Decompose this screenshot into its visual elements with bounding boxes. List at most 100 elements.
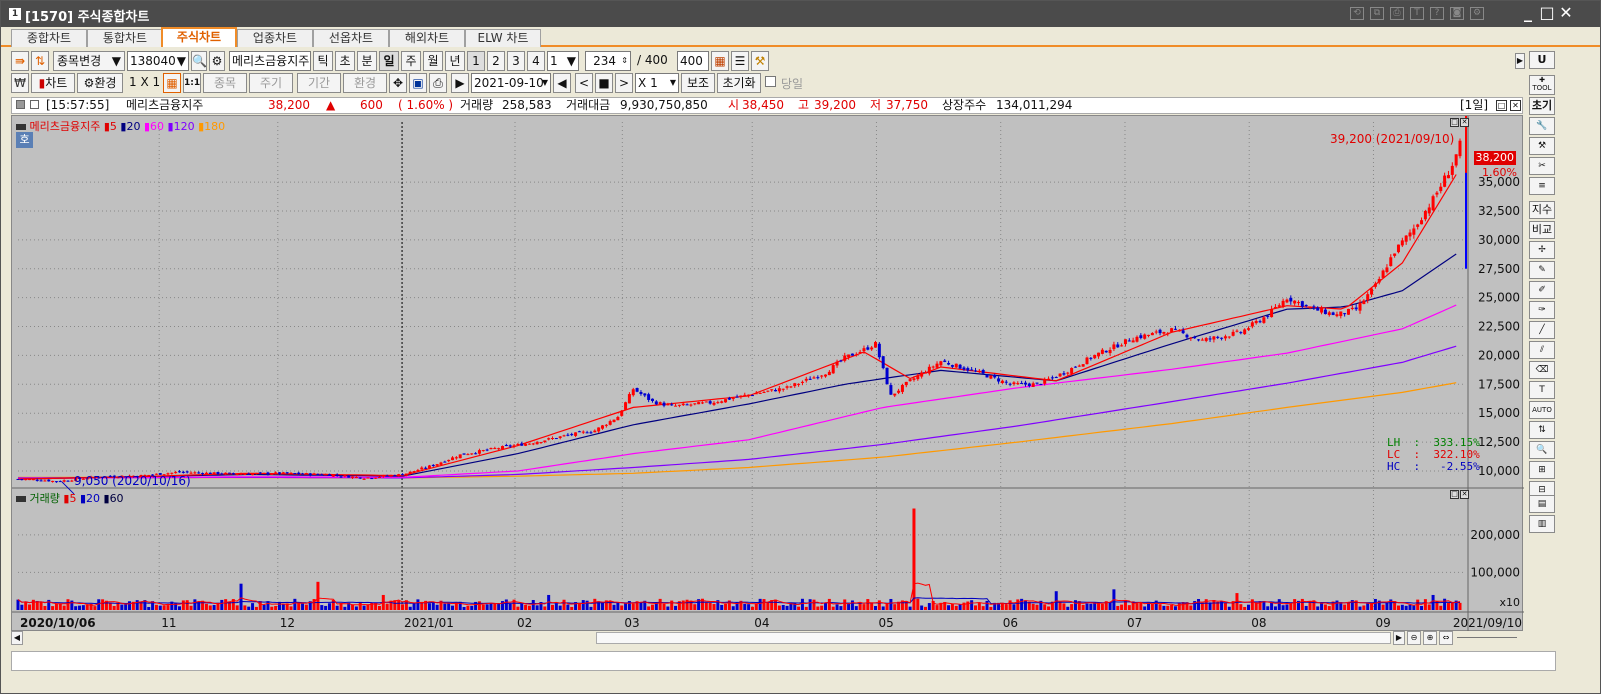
scroll-right-icon[interactable]: ▶ [1393, 631, 1405, 645]
chart-export-icon[interactable]: ▥ [1529, 515, 1555, 533]
magnifier-icon[interactable]: 🔍 [1529, 441, 1555, 459]
stop-icon[interactable]: ■ [595, 73, 613, 93]
link-in-icon[interactable]: ⇛ [11, 51, 29, 71]
won-button[interactable]: ₩ [11, 73, 29, 93]
zoom-fit-icon[interactable]: ⇔ [1439, 631, 1453, 645]
zoom-select[interactable]: X 1 ▼ [635, 73, 679, 93]
panel-restore-icon[interactable]: □ [1450, 118, 1459, 127]
tab-futures-chart[interactable]: 선옵차트 [313, 29, 389, 47]
stock-swap-icon[interactable]: ⇅ [31, 51, 49, 71]
close-icon[interactable]: ✕ [1510, 100, 1521, 111]
all-lines-icon[interactable]: ⫽ [1529, 341, 1555, 359]
volume-panel-close-icon[interactable]: ✕ [1460, 490, 1469, 499]
chart-svg[interactable]: 10,000 12,500 15,000 17,500 20,000 22,500 25,0… [12, 116, 1524, 632]
close-icon[interactable]: ✕ [1557, 4, 1575, 22]
tab-elw-chart[interactable]: ELW 차트 [465, 29, 541, 47]
pencil-icon[interactable]: ✎ [1529, 261, 1555, 279]
print-icon[interactable]: ⎙ [429, 73, 447, 93]
one-to-one-icon[interactable]: 1:1 [183, 73, 201, 93]
crosshair-icon[interactable]: ✢ [1529, 241, 1555, 259]
restore-icon[interactable]: □ [1496, 100, 1507, 111]
arrange-icon[interactable]: ⇅ [1529, 421, 1555, 439]
date-input[interactable]: 2021-09-10 ▼ [471, 73, 551, 93]
hammer-icon[interactable]: ⚒ [1529, 137, 1555, 155]
grid-layout-icon[interactable]: ▦ [163, 73, 181, 93]
period-year-button[interactable]: 년 [445, 51, 465, 71]
index-button[interactable]: 지수 [1529, 201, 1555, 219]
period-second-button[interactable]: 초 [335, 51, 355, 71]
save-icon[interactable]: ▣ [409, 73, 427, 93]
zoom-in-icon[interactable]: ⊕ [1423, 631, 1437, 645]
link-icon[interactable]: ⟲ [1350, 7, 1364, 20]
cycle-button[interactable]: 주기 [249, 73, 293, 93]
zoom-slider[interactable] [1457, 637, 1517, 638]
aux-button[interactable]: 보조 [681, 73, 715, 93]
scissors-icon[interactable]: ✂ [1529, 157, 1555, 175]
maximize-icon[interactable]: □ [1538, 4, 1556, 22]
pen-icon[interactable]: ✑ [1529, 301, 1555, 319]
zoom-out-icon[interactable]: ⊖ [1407, 631, 1421, 645]
tab-overseas-chart[interactable]: 해외차트 [389, 29, 465, 47]
scroll-bar[interactable]: ◀ ▶ ⊖ ⊕ ⇔ [11, 631, 1523, 646]
num-4-button[interactable]: 4 [527, 51, 545, 71]
camera-icon[interactable]: ◙ [1450, 7, 1464, 20]
user-button[interactable]: U [1529, 51, 1555, 69]
text-icon[interactable]: T [1529, 381, 1555, 399]
num-1-button[interactable]: 1 [467, 51, 485, 71]
chart-button[interactable]: ▮차트 [31, 73, 75, 93]
panel-close-icon[interactable]: ✕ [1460, 118, 1469, 127]
count-input[interactable]: 234 ⇕ [585, 51, 631, 71]
stack-icon[interactable]: ≡ [1529, 177, 1555, 195]
tab-integrated-chart[interactable]: 통합차트 [87, 29, 163, 47]
brush-icon[interactable]: ✐ [1529, 281, 1555, 299]
panel-checkbox-icon[interactable] [30, 100, 39, 109]
stock-code-input[interactable]: 138040 ▼ [127, 51, 189, 71]
env-button[interactable]: ⚙환경 [77, 73, 123, 93]
copy-icon[interactable]: ⧉ [1370, 7, 1384, 20]
auto-button[interactable]: AUTO [1529, 401, 1555, 419]
eraser-icon[interactable]: ⌫ [1529, 361, 1555, 379]
search-icon[interactable]: 🔍 [191, 51, 207, 71]
setting-icon[interactable]: ⚙ [1470, 7, 1484, 20]
help-icon[interactable]: ? [1430, 7, 1444, 20]
font-icon[interactable]: T [1410, 7, 1424, 20]
quote-button[interactable]: 호 [16, 132, 33, 148]
unit-select[interactable]: 1 ▼ [547, 51, 579, 71]
num-3-button[interactable]: 3 [507, 51, 525, 71]
line-icon[interactable]: ╱ [1529, 321, 1555, 339]
chart-area[interactable]: 10,000 12,500 15,000 17,500 20,000 22,500 25,0… [11, 115, 1524, 632]
move-icon[interactable]: ✥ [389, 73, 407, 93]
next-icon[interactable]: > [615, 73, 633, 93]
period-week-button[interactable]: 주 [401, 51, 421, 71]
panel-toggle-icon[interactable] [16, 100, 25, 109]
term-button[interactable]: 기간 [297, 73, 341, 93]
prev-icon[interactable]: < [575, 73, 593, 93]
expand-right-icon[interactable]: ▶ [1515, 53, 1525, 69]
tab-sector-chart[interactable]: 업종차트 [237, 29, 313, 47]
period-tick-button[interactable]: 틱 [313, 51, 333, 71]
first-icon[interactable]: ◀ [553, 73, 571, 93]
stock-change-dropdown[interactable]: 종목변경 ▼ [53, 51, 125, 71]
stock-list-button[interactable]: 종목 [203, 73, 247, 93]
reset-button[interactable]: 초기화 [717, 73, 761, 93]
gear-icon[interactable]: ⚙ [209, 51, 225, 71]
tab-total-chart[interactable]: 종합차트 [11, 29, 87, 47]
init-button[interactable]: 초기 [1529, 97, 1555, 115]
page-zoom-icon[interactable]: ⊞ [1529, 461, 1555, 479]
tab-stock-chart[interactable]: 주식차트 [161, 27, 237, 47]
period-month-button[interactable]: 월 [423, 51, 443, 71]
tools-icon[interactable]: ⚒ [751, 51, 769, 71]
print-icon[interactable]: ⎙ [1390, 7, 1404, 20]
list-icon[interactable]: ☰ [731, 51, 749, 71]
play-icon[interactable]: ▶ [451, 73, 469, 93]
compare-button[interactable]: 비교 [1529, 221, 1555, 239]
tool-button[interactable]: ✚ TOOL [1529, 75, 1555, 95]
calendar-icon[interactable]: ▦ [711, 51, 729, 71]
volume-panel-restore-icon[interactable]: □ [1450, 490, 1459, 499]
num-2-button[interactable]: 2 [487, 51, 505, 71]
scroll-left-icon[interactable]: ◀ [11, 631, 23, 645]
spinner-icon[interactable]: ⇕ [621, 52, 628, 70]
period-minute-button[interactable]: 분 [357, 51, 377, 71]
env2-button[interactable]: 환경 [343, 73, 387, 93]
chart-view-icon[interactable]: ▤ [1529, 495, 1555, 513]
